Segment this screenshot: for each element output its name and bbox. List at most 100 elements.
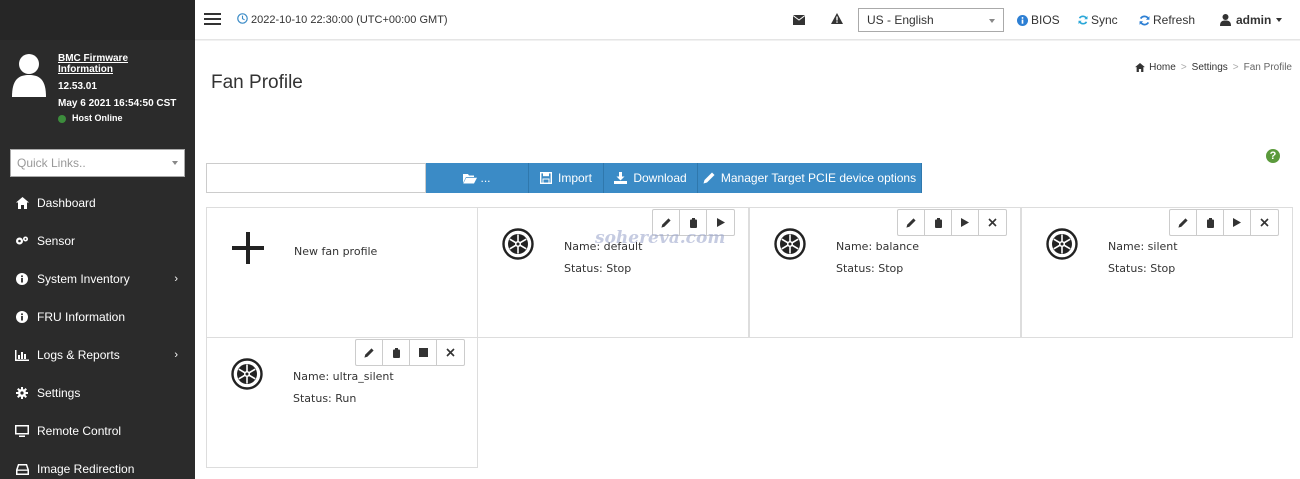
breadcrumb-separator: > <box>1232 62 1239 73</box>
copy-icon <box>689 217 697 228</box>
main-content: Fan Profile Home > Settings > Fan Profil… <box>195 41 1300 479</box>
fan-profile-card-ultra-silent: Name: ultra_silent Status: Run <box>206 337 478 468</box>
chevron-down-icon <box>1276 18 1283 22</box>
import-button[interactable]: Import <box>529 163 604 193</box>
edit-button[interactable] <box>898 210 925 235</box>
sidebar-item-fru-information[interactable]: FRU Information <box>0 298 195 336</box>
sidebar-item-label: System Inventory <box>37 272 130 286</box>
new-fan-profile-label: New fan profile <box>294 245 378 258</box>
copy-button[interactable] <box>383 340 410 365</box>
help-icon[interactable]: ? <box>1266 149 1280 163</box>
language-select[interactable]: US - English <box>858 8 1004 32</box>
manager-label: Manager Target PCIE device options <box>720 171 917 185</box>
chevron-down-icon <box>172 161 178 165</box>
breadcrumb-separator: > <box>1180 62 1187 73</box>
breadcrumb-home[interactable]: Home <box>1149 62 1176 73</box>
warning-icon[interactable] <box>831 13 843 27</box>
user-menu[interactable]: admin <box>1220 13 1283 27</box>
user-icon <box>1220 14 1231 26</box>
browse-button[interactable]: ... <box>426 163 529 193</box>
home-icon <box>1135 63 1145 72</box>
copy-button[interactable] <box>925 210 952 235</box>
firmware-info-link[interactable]: BMC Firmware Information <box>58 53 158 75</box>
close-icon <box>988 218 997 227</box>
copy-icon <box>392 347 400 358</box>
chevron-down-icon <box>989 19 995 23</box>
host-status: Host Online <box>58 113 176 124</box>
fan-profile-name: Name: balance <box>836 240 919 253</box>
close-icon <box>446 348 455 357</box>
bios-label: BIOS <box>1031 13 1060 27</box>
edit-button[interactable] <box>356 340 383 365</box>
delete-button[interactable] <box>1251 210 1278 235</box>
sidebar-item-label: Dashboard <box>37 196 96 210</box>
envelope-icon[interactable] <box>792 14 806 28</box>
save-icon <box>539 172 552 184</box>
current-datetime: 2022-10-10 22:30:00 (UTC+00:00 GMT) <box>237 13 448 27</box>
fan-icon <box>774 228 806 260</box>
menu-toggle-icon[interactable] <box>204 13 221 26</box>
refresh-link[interactable]: Refresh <box>1139 13 1195 27</box>
page-title: Fan Profile <box>211 72 303 93</box>
quick-links-select[interactable]: Quick Links.. <box>10 149 185 177</box>
copy-button[interactable] <box>1197 210 1224 235</box>
firmware-info-panel: BMC Firmware Information 12.53.01 May 6 … <box>0 40 195 140</box>
run-button[interactable] <box>952 210 979 235</box>
sidebar-item-sensor[interactable]: Sensor <box>0 222 195 260</box>
file-path-input[interactable] <box>206 163 426 193</box>
run-button[interactable] <box>1224 210 1251 235</box>
sidebar-nav: Dashboard Sensor System Inventory › FRU … <box>0 184 195 479</box>
refresh-icon <box>1139 15 1150 26</box>
fan-profile-status: Status: Stop <box>836 262 904 275</box>
fan-icon <box>1046 228 1078 260</box>
sync-label: Sync <box>1091 13 1118 27</box>
sync-icon <box>1078 15 1088 25</box>
sidebar-item-settings[interactable]: Settings <box>0 374 195 412</box>
pencil-icon <box>703 172 715 184</box>
folder-open-icon <box>463 173 478 184</box>
monitor-icon <box>15 424 29 438</box>
sidebar-item-label: FRU Information <box>37 310 126 324</box>
language-value: US - English <box>867 13 934 27</box>
firmware-version: 12.53.01 <box>58 81 97 92</box>
card-actions <box>897 209 1007 236</box>
sidebar-item-label: Remote Control <box>37 424 122 438</box>
sidebar-item-label: Logs & Reports <box>37 348 120 362</box>
sidebar-item-remote-control[interactable]: Remote Control <box>0 412 195 450</box>
sidebar-item-logs-reports[interactable]: Logs & Reports › <box>0 336 195 374</box>
play-icon <box>1233 218 1241 227</box>
delete-button[interactable] <box>979 210 1006 235</box>
delete-button[interactable] <box>437 340 464 365</box>
download-button[interactable]: Download <box>604 163 698 193</box>
edit-button[interactable] <box>1170 210 1197 235</box>
user-avatar-icon <box>12 54 46 97</box>
disk-icon <box>15 462 29 476</box>
quick-links-placeholder: Quick Links.. <box>17 156 86 170</box>
pencil-icon <box>906 217 916 228</box>
download-icon <box>614 172 628 184</box>
info-icon <box>15 310 29 324</box>
browse-label: ... <box>480 171 491 185</box>
stop-button[interactable] <box>410 340 437 365</box>
copy-icon <box>1206 217 1214 228</box>
sidebar-item-system-inventory[interactable]: System Inventory › <box>0 260 195 298</box>
plus-icon <box>232 232 264 264</box>
chevron-right-icon: › <box>174 349 178 361</box>
sidebar-item-image-redirection[interactable]: Image Redirection <box>0 450 195 479</box>
breadcrumb-settings[interactable]: Settings <box>1192 62 1228 73</box>
sidebar-item-dashboard[interactable]: Dashboard <box>0 184 195 222</box>
breadcrumb: Home > Settings > Fan Profile <box>1135 62 1292 73</box>
manager-pcie-options-button[interactable]: Manager Target PCIE device options <box>698 163 922 193</box>
stop-icon <box>418 348 428 357</box>
bios-link[interactable]: BIOS <box>1017 13 1060 27</box>
new-fan-profile-card[interactable]: New fan profile <box>206 207 478 338</box>
play-icon <box>961 218 969 227</box>
fan-profile-card-balance: Name: balance Status: Stop <box>749 207 1021 338</box>
pencil-icon <box>1178 217 1188 228</box>
sensor-icon <box>15 234 29 248</box>
top-bar: 2022-10-10 22:30:00 (UTC+00:00 GMT) US -… <box>195 0 1300 40</box>
sync-link[interactable]: Sync <box>1078 13 1118 27</box>
info-icon <box>1017 14 1028 26</box>
sidebar-item-label: Sensor <box>37 234 76 248</box>
card-actions <box>355 339 465 366</box>
